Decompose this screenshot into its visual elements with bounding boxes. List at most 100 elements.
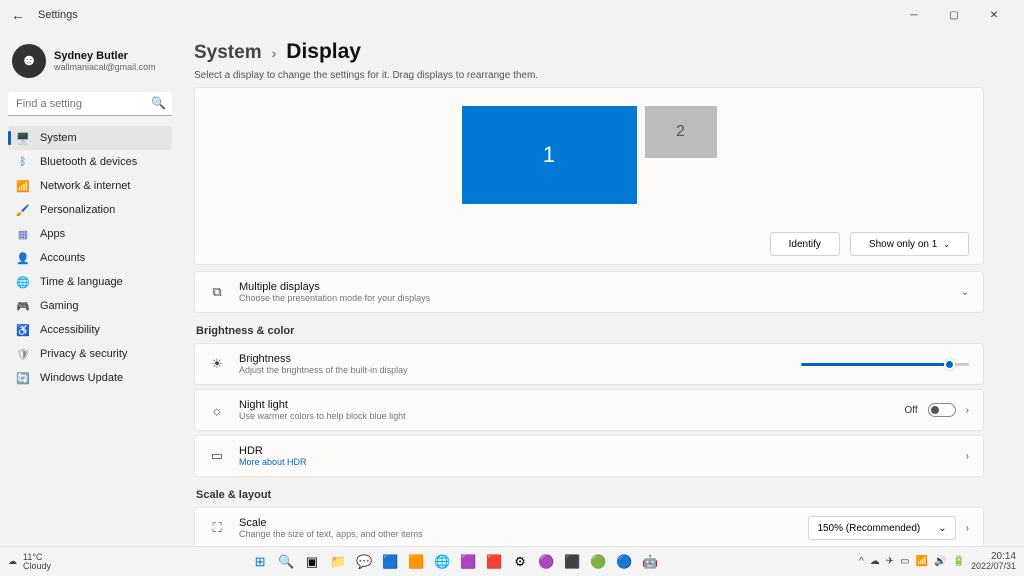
taskview-button[interactable]: ▣ xyxy=(301,551,323,573)
identify-button[interactable]: Identify xyxy=(770,232,840,256)
taskbar-center: ⊞ 🔍 ▣ 📁 💬 🟦 🟧 🌐 🟪 🟥 ⚙ 🟣 ⬛ 🟢 🔵 🤖 xyxy=(51,551,859,573)
close-button[interactable]: ✕ xyxy=(974,1,1014,29)
sidebar-item-system[interactable]: 🖥️ System xyxy=(8,126,172,150)
sidebar-item-accessibility[interactable]: ♿ Accessibility xyxy=(8,318,172,342)
sidebar-item-apps[interactable]: ▦ Apps xyxy=(8,222,172,246)
hdr-link[interactable]: More about HDR xyxy=(239,457,307,467)
sidebar-item-gaming[interactable]: 🎮Gaming xyxy=(8,294,172,318)
app-icon[interactable]: 🟪 xyxy=(457,551,479,573)
tray-volume-icon[interactable]: 🔊 xyxy=(934,556,946,567)
row-title: Scale xyxy=(239,517,423,529)
search-button[interactable]: 🔍 xyxy=(275,551,297,573)
sun-icon: ☀ xyxy=(209,356,225,372)
system-tray: ^ ☁ ✈ ▭ 📶 🔊 🔋 20:14 2022/07/31 xyxy=(859,552,1016,571)
search-input[interactable] xyxy=(8,92,172,116)
search-icon[interactable]: 🔍 xyxy=(151,96,166,110)
sidebar-item-label: Apps xyxy=(40,228,65,240)
row-night-light[interactable]: ☼ Night light Use warmer colors to help … xyxy=(194,389,984,431)
chevron-right-icon[interactable]: › xyxy=(966,451,969,462)
maximize-button[interactable]: ▢ xyxy=(934,1,974,29)
taskbar: ☁ 11°C Cloudy ⊞ 🔍 ▣ 📁 💬 🟦 🟧 🌐 🟪 🟥 ⚙ 🟣 ⬛ … xyxy=(0,546,1024,576)
steam-icon[interactable]: ⚙ xyxy=(509,551,531,573)
scale-dropdown[interactable]: 150% (Recommended) ⌄ xyxy=(808,516,955,540)
apps-icon: ▦ xyxy=(16,227,30,241)
row-title: Brightness xyxy=(239,353,408,365)
tray-chevron-icon[interactable]: ^ xyxy=(859,556,864,567)
row-title: Night light xyxy=(239,399,406,411)
sidebar-item-label: Personalization xyxy=(40,204,115,216)
tray-onedrive-icon[interactable]: ☁ xyxy=(870,556,880,567)
sidebar-item-bluetooth[interactable]: ᛒ Bluetooth & devices xyxy=(8,150,172,174)
row-brightness: ☀ Brightness Adjust the brightness of th… xyxy=(194,343,984,385)
app-icon[interactable]: 🤖 xyxy=(639,551,661,573)
taskbar-clock[interactable]: 20:14 2022/07/31 xyxy=(971,552,1016,571)
sidebar-item-timelanguage[interactable]: 🌐 Time & language xyxy=(8,270,172,294)
accessibility-icon: ♿ xyxy=(16,323,30,337)
explorer-icon[interactable]: 📁 xyxy=(327,551,349,573)
chevron-down-icon[interactable]: ⌄ xyxy=(961,287,969,298)
app-icon[interactable]: 🟥 xyxy=(483,551,505,573)
sidebar-item-network[interactable]: 📶Network & internet xyxy=(8,174,172,198)
tray-battery-icon[interactable]: 🔋 xyxy=(953,556,965,567)
sidebar-item-privacy[interactable]: 🛡Privacy & security xyxy=(8,342,172,366)
user-name: Sydney Butler xyxy=(54,50,156,62)
clock-date: 2022/07/31 xyxy=(971,562,1016,571)
sidebar-item-label: Accessibility xyxy=(40,324,100,336)
chevron-right-icon[interactable]: › xyxy=(966,405,969,416)
user-profile[interactable]: ☻ Sydney Butler wallmaniacal@gmail.com xyxy=(8,36,172,92)
sidebar-item-label: Time & language xyxy=(40,276,123,288)
globe-icon: 🌐 xyxy=(16,275,30,289)
minimize-button[interactable]: ─ xyxy=(894,1,934,29)
breadcrumb: System › Display xyxy=(194,40,984,64)
tray-send-icon[interactable]: ✈ xyxy=(886,556,894,567)
tray-lang-icon[interactable]: ▭ xyxy=(900,556,909,567)
shield-icon: 🛡 xyxy=(16,347,30,361)
app-icon[interactable]: 💬 xyxy=(353,551,375,573)
sidebar-item-label: System xyxy=(40,132,77,144)
sidebar-item-label: Accounts xyxy=(40,252,85,264)
weather-widget[interactable]: ☁ 11°C Cloudy xyxy=(8,553,51,571)
display-icon: 🖥️ xyxy=(16,131,30,145)
chevron-right-icon: › xyxy=(272,45,277,61)
scale-value: 150% (Recommended) xyxy=(817,523,920,534)
spotify-icon[interactable]: 🟢 xyxy=(587,551,609,573)
app-icon[interactable]: 🔵 xyxy=(613,551,635,573)
sidebar-item-personalization[interactable]: 🖌️Personalization xyxy=(8,198,172,222)
night-light-toggle[interactable] xyxy=(928,403,956,417)
row-title: HDR xyxy=(239,445,307,457)
sidebar-item-label: Windows Update xyxy=(40,372,123,384)
sidebar-item-accounts[interactable]: 👤 Accounts xyxy=(8,246,172,270)
row-scale[interactable]: ⛶ Scale Change the size of text, apps, a… xyxy=(194,507,984,546)
start-button[interactable]: ⊞ xyxy=(249,551,271,573)
chrome-icon[interactable]: 🌐 xyxy=(431,551,453,573)
sidebar-item-label: Bluetooth & devices xyxy=(40,156,137,168)
chevron-right-icon[interactable]: › xyxy=(966,523,969,534)
display-2[interactable]: 2 xyxy=(645,106,717,158)
main-content: System › Display Select a display to cha… xyxy=(180,30,1024,546)
toggle-state: Off xyxy=(905,405,918,416)
section-scale-layout: Scale & layout xyxy=(196,489,984,501)
sidebar-item-label: Network & internet xyxy=(40,180,130,192)
row-hdr[interactable]: ▭ HDR More about HDR › xyxy=(194,435,984,477)
display-1[interactable]: 1 xyxy=(462,106,637,204)
row-multiple-displays[interactable]: ⧉ Multiple displays Choose the presentat… xyxy=(194,271,984,313)
person-icon: 👤 xyxy=(16,251,30,265)
app-icon[interactable]: 🟧 xyxy=(405,551,427,573)
tray-wifi-icon[interactable]: 📶 xyxy=(916,556,928,567)
back-button[interactable]: ← xyxy=(10,7,26,23)
show-on-dropdown[interactable]: Show only on 1⌄ xyxy=(850,232,969,256)
user-email: wallmaniacal@gmail.com xyxy=(54,62,156,72)
bluetooth-icon: ᛒ xyxy=(16,155,30,169)
app-icon[interactable]: ⬛ xyxy=(561,551,583,573)
app-icon[interactable]: 🟣 xyxy=(535,551,557,573)
weather-icon: ☁ xyxy=(8,556,17,567)
breadcrumb-parent[interactable]: System xyxy=(194,42,262,64)
chevron-down-icon: ⌄ xyxy=(943,240,950,249)
display-arrange-card: 1 2 Identify Show only on 1⌄ xyxy=(194,87,984,265)
app-icon[interactable]: 🟦 xyxy=(379,551,401,573)
row-title: Multiple displays xyxy=(239,281,430,293)
brightness-slider[interactable] xyxy=(801,363,969,366)
sidebar-item-update[interactable]: 🔄 Windows Update xyxy=(8,366,172,390)
nav-list: 🖥️ System ᛒ Bluetooth & devices 📶Network &… xyxy=(8,126,172,390)
refresh-icon: 🔄 xyxy=(16,371,30,385)
